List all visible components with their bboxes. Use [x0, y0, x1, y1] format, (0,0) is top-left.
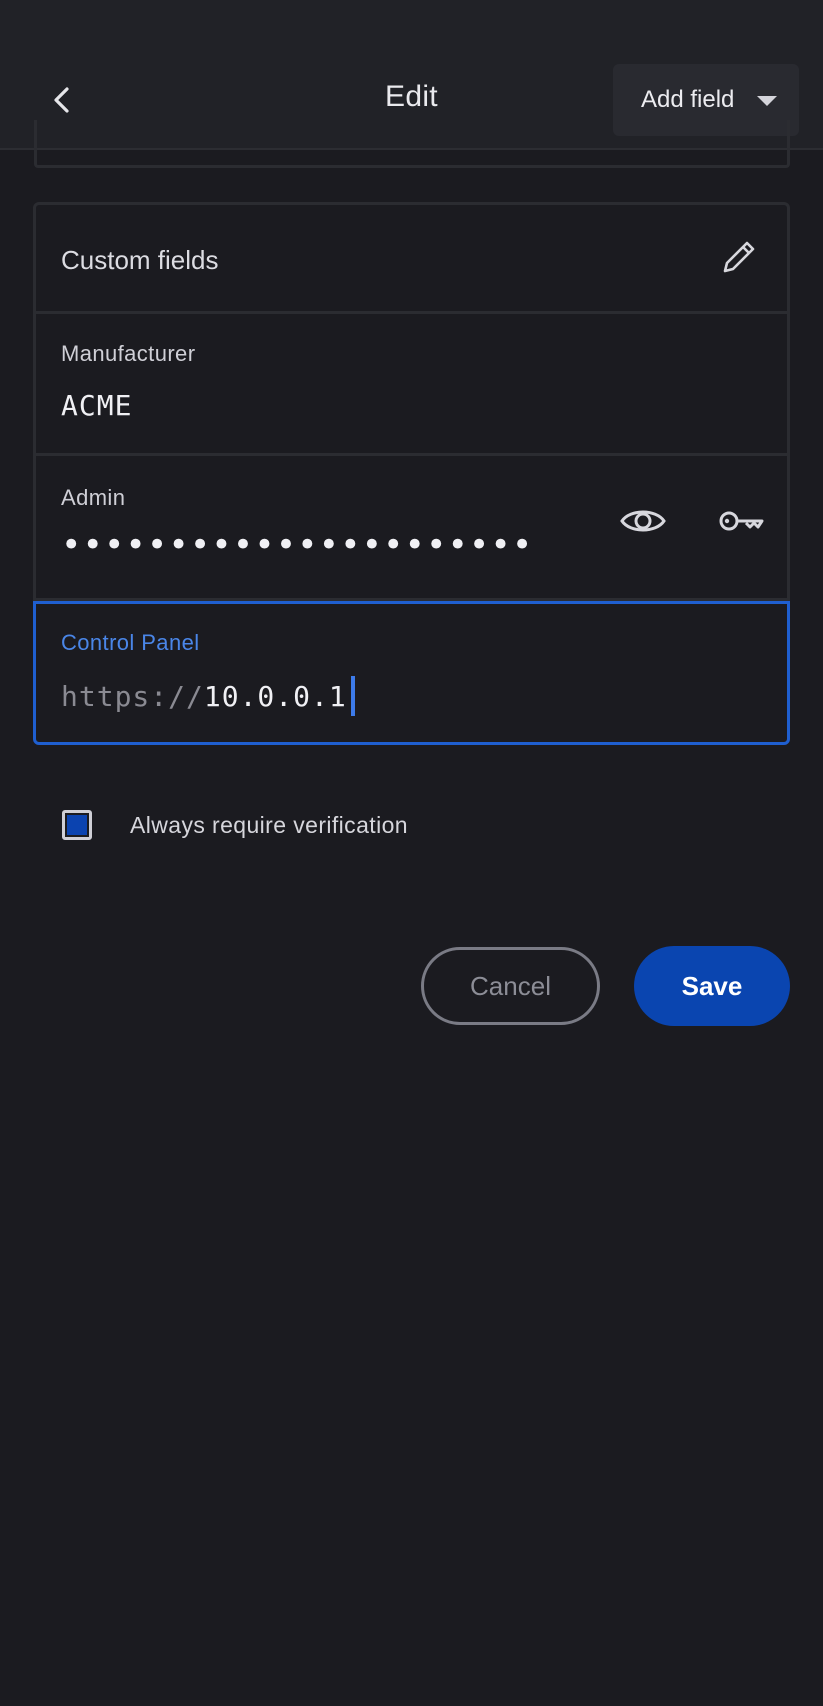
back-button[interactable] — [40, 74, 84, 126]
text-cursor — [350, 676, 355, 716]
custom-field-manufacturer[interactable]: Manufacturer ACME — [33, 311, 790, 456]
verification-label: Always require verification — [130, 811, 408, 838]
save-button[interactable]: Save — [634, 946, 790, 1026]
generate-password-button[interactable] — [716, 501, 766, 541]
verification-row[interactable]: Always require verification — [62, 806, 408, 844]
custom-fields-header: Custom fields — [33, 202, 790, 314]
previous-section-card — [34, 120, 790, 168]
field-value[interactable]: ACME — [61, 389, 132, 422]
url-value: 10.0.0.1 — [203, 679, 347, 713]
hidden-password-value[interactable]: •••••••••••••••••••••• — [61, 525, 533, 565]
field-label: Admin — [61, 485, 126, 510]
field-label: Control Panel — [61, 630, 200, 655]
cancel-button[interactable]: Cancel — [421, 947, 600, 1025]
reveal-password-button[interactable] — [618, 501, 668, 541]
custom-field-control-panel[interactable]: Control Panel https:// 10.0.0.1 — [33, 601, 790, 745]
key-icon — [719, 511, 764, 531]
custom-field-admin[interactable]: Admin •••••••••••••••••••••• — [33, 453, 790, 601]
url-input[interactable]: https:// 10.0.0.1 — [61, 676, 355, 716]
custom-fields-label: Custom fields — [61, 245, 219, 275]
eye-icon — [620, 510, 666, 532]
url-prefix: https:// — [61, 679, 204, 713]
pencil-icon — [723, 241, 755, 273]
chevron-left-icon — [54, 87, 69, 113]
add-field-label: Add field — [641, 86, 735, 113]
verification-checkbox[interactable] — [62, 810, 92, 840]
field-label: Manufacturer — [61, 341, 196, 366]
edit-custom-fields-button[interactable] — [717, 235, 761, 279]
caret-down-icon — [757, 96, 777, 106]
